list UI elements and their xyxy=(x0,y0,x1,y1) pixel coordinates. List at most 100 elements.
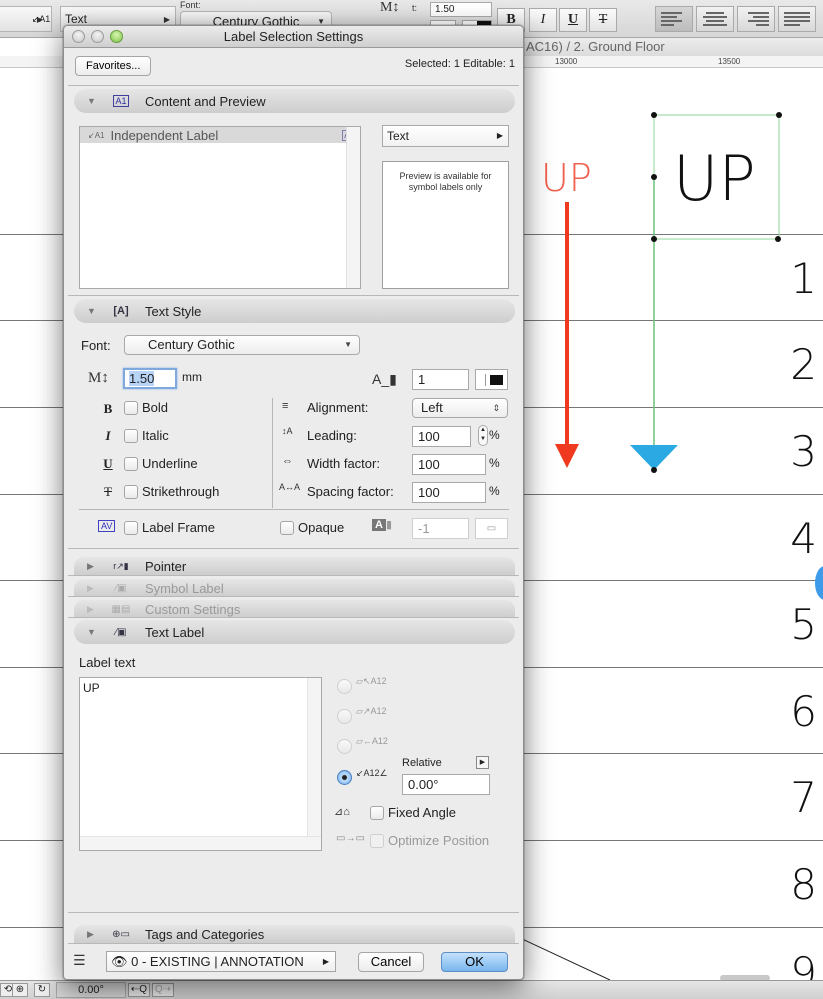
pen-color-swatch[interactable] xyxy=(475,369,508,390)
strikethrough-button[interactable]: T xyxy=(589,8,617,32)
stair-up-label[interactable]: UP xyxy=(541,156,592,200)
optimize-position-checkbox[interactable] xyxy=(370,834,384,848)
leading-stepper[interactable]: ▲ ▼ xyxy=(478,425,488,446)
orientation-radio-horizontal[interactable] xyxy=(337,679,352,694)
disclosure-closed-icon: ▶ xyxy=(87,928,94,939)
bold-label: Bold xyxy=(142,400,169,415)
zoom-fit-icon[interactable]: ⊕ xyxy=(12,983,28,997)
leading-field[interactable]: 100 xyxy=(412,426,471,447)
align-left-button[interactable] xyxy=(655,6,693,32)
text-label-icon: ⁄▣ xyxy=(115,626,127,638)
layers-icon: ☰ xyxy=(73,952,86,968)
relative-options-button[interactable]: ▶ xyxy=(476,756,489,769)
label-type-list[interactable]: ↙A1 Independent Label A1 xyxy=(79,126,361,289)
text-height-field[interactable]: 1.50 xyxy=(123,368,177,389)
fixed-angle-checkbox[interactable] xyxy=(370,806,384,820)
orientation-radio-angle[interactable] xyxy=(337,770,352,785)
label-text-area[interactable]: UP xyxy=(79,677,322,851)
label-frame-icon: AV xyxy=(98,520,116,532)
selection-hotspot[interactable] xyxy=(651,467,657,473)
italic-button[interactable]: I xyxy=(529,8,557,32)
textarea-scrollbar[interactable] xyxy=(307,678,321,850)
background-pen-field[interactable]: -1 xyxy=(412,518,469,539)
zoom-in-icon[interactable]: Q⇢ xyxy=(152,983,174,997)
text-height-icon: M↕ xyxy=(88,370,109,386)
selection-hotspot[interactable] xyxy=(651,174,657,180)
spacing-factor-field[interactable]: 100 xyxy=(412,482,486,503)
independent-label-icon[interactable]: ↙A1 xyxy=(24,6,58,32)
riser-number: 6 xyxy=(790,687,817,736)
divider xyxy=(79,509,509,510)
orientation-radio-vertical[interactable] xyxy=(337,709,352,724)
font-label: Font: xyxy=(81,338,111,353)
underline-checkbox[interactable] xyxy=(124,457,138,471)
chevron-down-icon: ▼ xyxy=(344,340,352,349)
alignment-dropdown[interactable]: Left ⇕ xyxy=(412,398,508,418)
panel-header-content-preview[interactable]: ▼ A1 Content and Preview xyxy=(74,89,515,113)
favorites-button[interactable]: Favorites... xyxy=(75,56,152,76)
panel-header-custom-settings[interactable]: ▶ ▦▤ Custom Settings xyxy=(74,600,515,618)
bold-checkbox[interactable] xyxy=(124,401,138,415)
selection-info: Selected: 1 Editable: 1 xyxy=(404,58,515,70)
width-factor-field[interactable]: 100 xyxy=(412,454,486,475)
textarea-scrollbar[interactable] xyxy=(80,836,321,850)
italic-checkbox[interactable] xyxy=(124,429,138,443)
align-justify-button[interactable] xyxy=(778,6,816,32)
rotate-icon[interactable]: ↻ xyxy=(34,983,50,997)
selection-hotspot[interactable] xyxy=(776,112,782,118)
dialog-title: Label Selection Settings xyxy=(223,29,364,44)
tags-icon: ⊕▭ xyxy=(112,928,130,940)
selection-hotspot[interactable] xyxy=(651,112,657,118)
panel-header-text-label[interactable]: ▼ ⁄▣ Text Label xyxy=(74,620,515,644)
align-center-button[interactable] xyxy=(696,6,734,32)
orientation-radio-parallel[interactable] xyxy=(337,739,352,754)
align-right-button[interactable] xyxy=(737,6,775,32)
strikethrough-label: Strikethrough xyxy=(142,484,220,499)
angle-field[interactable]: 0.00° xyxy=(402,774,490,795)
strikethrough-icon: T xyxy=(104,484,112,499)
zoom-out-icon[interactable]: ⇠Q xyxy=(128,983,150,997)
toolbar-height-field[interactable]: 1.50 xyxy=(430,2,492,17)
fixed-angle-label: Fixed Angle xyxy=(388,805,456,820)
relative-label: Relative xyxy=(402,757,442,769)
dialog-titlebar[interactable]: Label Selection Settings xyxy=(64,26,523,48)
content-type-dropdown[interactable]: Text ▶ xyxy=(382,125,509,147)
panel-header-symbol-label[interactable]: ▶ ⁄▣ Symbol Label xyxy=(74,579,515,597)
panel-header-text-style[interactable]: ▼ [A] Text Style xyxy=(74,299,515,323)
blue-handle-marker[interactable] xyxy=(815,566,823,600)
close-window-button[interactable] xyxy=(72,30,85,43)
stair-walkline-arrow[interactable] xyxy=(550,198,584,470)
text-height-icon: M↕ xyxy=(380,0,400,15)
panel-header-tags-categories[interactable]: ▶ ⊕▭ Tags and Categories xyxy=(74,925,515,943)
opaque-checkbox[interactable] xyxy=(280,521,294,535)
list-scrollbar[interactable] xyxy=(346,127,360,288)
ruler-label: 13500 xyxy=(718,57,741,66)
underline-icon: U xyxy=(103,456,113,471)
eye-icon: 👁 xyxy=(111,954,128,969)
background-pen-color[interactable]: ▭ xyxy=(475,518,508,539)
zoom-window-button[interactable] xyxy=(110,30,123,43)
selection-hotspot[interactable] xyxy=(775,236,781,242)
ok-button[interactable]: OK xyxy=(441,952,508,972)
minimize-window-button[interactable] xyxy=(91,30,104,43)
spacing-factor-label: Spacing factor: xyxy=(307,484,394,499)
cancel-button[interactable]: Cancel xyxy=(358,952,424,972)
underline-button[interactable]: U xyxy=(559,8,587,32)
strikethrough-checkbox[interactable] xyxy=(124,485,138,499)
riser-number: 8 xyxy=(790,860,817,909)
rotation-angle-field[interactable]: 0.00° xyxy=(56,982,126,998)
selected-label-text[interactable]: UP xyxy=(673,142,756,215)
divider xyxy=(68,912,519,913)
label-frame-checkbox[interactable] xyxy=(124,521,138,535)
list-item[interactable]: ↙A1 Independent Label A1 xyxy=(80,127,360,143)
width-factor-icon: ⇔ xyxy=(282,455,293,467)
text-style-icon: [A] xyxy=(113,305,129,317)
riser-number: 9 xyxy=(790,948,817,980)
layer-dropdown[interactable]: 👁 0 - EXISTING | ANNOTATION ▶ xyxy=(106,951,336,972)
font-dropdown[interactable]: Century Gothic ▼ xyxy=(124,335,360,355)
panel-header-pointer[interactable]: ▶ r↗▮ Pointer xyxy=(74,557,515,575)
preview-box: Preview is available for symbol labels o… xyxy=(382,161,509,289)
label-text-caption: Label text xyxy=(79,655,136,670)
selection-hotspot[interactable] xyxy=(651,236,657,242)
text-pen-field[interactable]: 1 xyxy=(412,369,469,390)
